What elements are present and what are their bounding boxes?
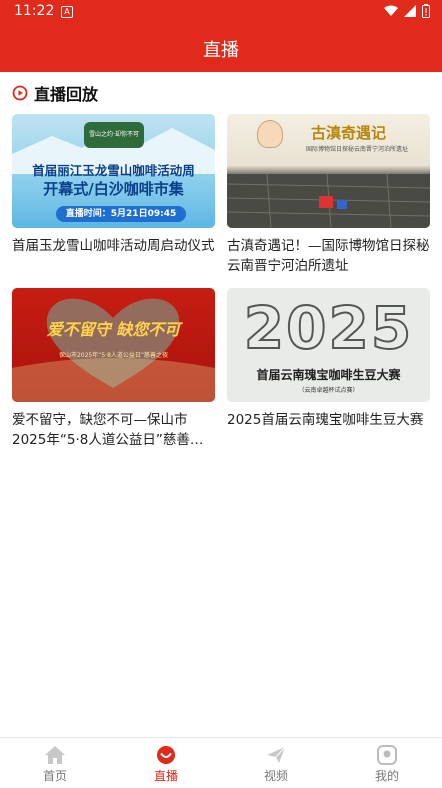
- video-thumbnail[interactable]: 爱不留守 缺您不可 保山市2025年“5·8人道公益日”慈善之夜: [12, 288, 215, 402]
- tab-label: 我的: [374, 769, 399, 783]
- thumbnail-subtitle: 保山市2025年“5·8人道公益日”慈善之夜: [58, 352, 169, 359]
- video-card[interactable]: 爱不留守 缺您不可 保山市2025年“5·8人道公益日”慈善之夜 爱不留守，缺您…: [12, 288, 215, 450]
- tab-live[interactable]: 直播: [111, 738, 221, 788]
- tab-label: 直播: [153, 769, 178, 783]
- app-header: 直播: [0, 24, 442, 72]
- battery-icon: [422, 4, 430, 18]
- play-circle-icon: [12, 85, 28, 101]
- page-title: 直播: [203, 40, 239, 61]
- thumbnail-year: 2025: [243, 293, 414, 363]
- video-card[interactable]: 雪山之约·却你不可 首届丽江玉龙雪山咖啡活动周 开幕式/白沙咖啡市集 直播时间：…: [12, 114, 215, 256]
- thumbnail-heading: 古滇奇遇记: [310, 124, 386, 142]
- signal-icon: [404, 5, 416, 17]
- thumbnail-subtitle: （云南卓越杯试点赛）: [298, 387, 359, 394]
- video-title[interactable]: 爱不留守，缺您不可—保山市2025年“5·8人道公益日”慈善…: [12, 410, 215, 450]
- live-icon: [157, 746, 175, 764]
- thumbnail-subtitle: 国际博物馆日探秘云南晋宁河泊所遗址: [305, 146, 408, 153]
- video-card[interactable]: 2025 首届云南瑰宝咖啡生豆大赛 （云南卓越杯试点赛） 2025首届云南瑰宝咖…: [227, 288, 430, 430]
- send-icon: [267, 746, 286, 763]
- thumbnail-line1: 首届丽江玉龙雪山咖啡活动周: [32, 163, 195, 178]
- video-thumbnail[interactable]: 2025 首届云南瑰宝咖啡生豆大赛 （云南卓越杯试点赛）: [227, 288, 430, 402]
- tab-profile[interactable]: 我的: [332, 738, 442, 788]
- video-thumbnail[interactable]: 雪山之约·却你不可 首届丽江玉龙雪山咖啡活动周 开幕式/白沙咖啡市集 直播时间：…: [12, 114, 215, 228]
- video-card[interactable]: 古滇奇遇记 国际博物馆日探秘云南晋宁河泊所遗址 古滇奇遇记！—国际博物馆日探秘云…: [227, 114, 430, 276]
- tab-home[interactable]: 首页: [0, 738, 110, 788]
- thumbnail-time: 直播时间：5月21日09:45: [56, 206, 186, 222]
- tab-label: 首页: [42, 769, 67, 783]
- video-title[interactable]: 2025首届云南瑰宝咖啡生豆大赛: [227, 410, 430, 430]
- tab-label: 视频: [263, 769, 288, 783]
- thumbnail-line2: 开幕式/白沙咖啡市集: [43, 180, 184, 198]
- section-header: 直播回放: [12, 82, 98, 104]
- wifi-icon: [384, 5, 398, 16]
- video-title[interactable]: 首届玉龙雪山咖啡活动周启动仪式: [12, 236, 215, 256]
- section-title: 直播回放: [34, 85, 99, 104]
- thumbnail-heading: 首届云南瑰宝咖啡生豆大赛: [256, 368, 401, 382]
- status-time: 11:22: [14, 3, 55, 19]
- bottom-tab-bar: 首页 直播 视频 我的: [0, 737, 442, 788]
- thumbnail-heading: 爱不留守 缺您不可: [46, 320, 181, 339]
- notification-icon: A: [61, 6, 73, 18]
- system-icons: [384, 4, 430, 18]
- home-icon: [45, 746, 65, 764]
- event-badge: 雪山之约·却你不可: [84, 122, 144, 148]
- status-bar: 11:22 A: [0, 0, 442, 24]
- video-thumbnail[interactable]: 古滇奇遇记 国际博物馆日探秘云南晋宁河泊所遗址: [227, 114, 430, 228]
- profile-icon: [377, 745, 397, 765]
- tab-video[interactable]: 视频: [221, 738, 331, 788]
- video-title[interactable]: 古滇奇遇记！—国际博物馆日探秘云南晋宁河泊所遗址: [227, 236, 430, 276]
